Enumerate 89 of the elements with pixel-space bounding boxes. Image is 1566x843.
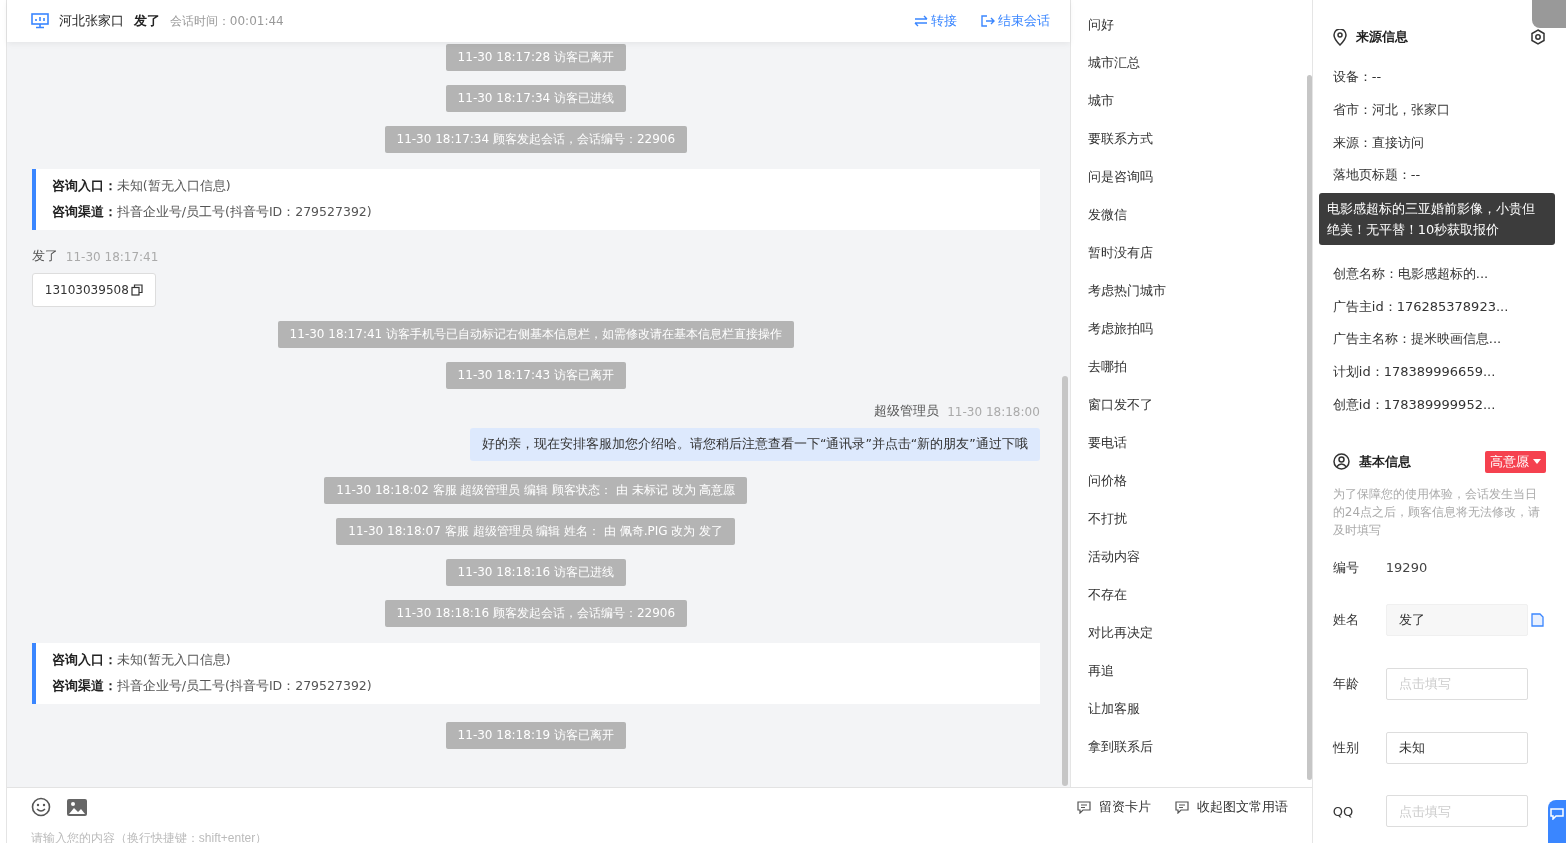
- info-row: 省市：河北，张家口: [1332, 101, 1450, 117]
- field-label: 年龄: [1332, 675, 1360, 693]
- quick-phrase[interactable]: 问好: [1087, 15, 1114, 35]
- quick-phrase[interactable]: 拿到联系后: [1087, 737, 1153, 757]
- copy-icon[interactable]: [130, 284, 143, 296]
- exit-icon[interactable]: [980, 15, 995, 27]
- quick-phrase[interactable]: 城市: [1087, 91, 1114, 111]
- entry-value: 未知(暂无入口信息): [116, 652, 231, 667]
- entry-value: 抖音企业号/员工号(抖音号ID：279527392): [116, 204, 372, 219]
- sender-name: 发了: [31, 248, 58, 265]
- entry-label: 咨询渠道：: [51, 204, 117, 219]
- info-row: 设备：--: [1332, 69, 1382, 84]
- quick-phrase[interactable]: 暂时没有店: [1087, 243, 1153, 263]
- phrase-toggle-link[interactable]: 留资卡片: [1076, 798, 1151, 816]
- quick-phrase[interactable]: 问是咨询吗: [1087, 167, 1153, 187]
- system-notice: 11-30 18:17:43 访客已离开: [445, 362, 626, 389]
- location-text: 河北张家口: [58, 12, 124, 30]
- quick-phrase[interactable]: 再追: [1087, 661, 1114, 681]
- tooltip: 电影感超标的三亚婚前影像，小贵但绝美！无平替！10秒获取报价: [1318, 193, 1555, 246]
- session-time: 会话时间：00:01:44: [169, 12, 284, 30]
- system-notice: 11-30 18:18:16 访客已进线: [445, 559, 626, 586]
- section-title: 来源信息: [1355, 28, 1408, 46]
- quick-phrase[interactable]: 让加客服: [1087, 699, 1140, 719]
- input-field[interactable]: 未知: [1385, 731, 1528, 764]
- field-label: 编号: [1332, 558, 1360, 577]
- quick-phrase[interactable]: 不打扰: [1087, 509, 1127, 529]
- chat-icon[interactable]: [1550, 808, 1564, 820]
- quick-phrase[interactable]: 去哪拍: [1087, 357, 1127, 377]
- info-row: 落地页标题：--: [1332, 167, 1421, 183]
- status-dropdown[interactable]: 高意愿: [1485, 450, 1546, 473]
- system-notice: 11-30 18:17:41 访客手机号已自动标记右侧基本信息栏，如需修改请在基本信息栏直接操作: [277, 321, 794, 348]
- entry-label: 咨询渠道：: [51, 678, 117, 693]
- quick-phrase[interactable]: 要联系方式: [1087, 129, 1153, 149]
- image-icon[interactable]: [66, 798, 87, 816]
- info-row: 创意id：178389999952...: [1332, 396, 1496, 412]
- entry-value: 抖音企业号/员工号(抖音号ID：279527392): [116, 678, 372, 693]
- name-field[interactable]: 发了: [1385, 604, 1528, 637]
- swap-icon[interactable]: [913, 15, 928, 27]
- comment-icon[interactable]: [1076, 800, 1091, 814]
- phone-number: 13103039508: [44, 283, 129, 297]
- message-time: 11-30 18:17:41: [65, 249, 159, 264]
- message-bubble: 好的亲，现在安排客服加您介绍哈。请您稍后注意查看一下“通讯录”并点击“新的朋友”通过下哦: [469, 428, 1040, 461]
- monitor-icon: [30, 13, 49, 29]
- scrollbar[interactable]: [1061, 376, 1068, 786]
- system-notice: 11-30 18:17:34 访客已进线: [445, 85, 626, 112]
- info-row: 计划id：178389996659...: [1332, 364, 1496, 380]
- field-label: QQ: [1332, 803, 1355, 819]
- quick-phrase[interactable]: 城市汇总: [1087, 53, 1140, 73]
- system-notice: 11-30 18:18:02 客服 超级管理员 编辑 顾客状态： 由 未标记 改为 高意愿: [324, 477, 748, 504]
- info-row: 广告主id：176285378923...: [1332, 298, 1509, 314]
- phrase-toggle-link[interactable]: 收起图文常用语: [1174, 798, 1288, 816]
- field-label: 性别: [1332, 738, 1360, 757]
- user-icon: [1332, 453, 1350, 471]
- quick-phrase[interactable]: 考虑热门城市: [1087, 281, 1166, 301]
- system-notice: 11-30 18:18:16 顾客发起会话，会话编号：22906: [384, 600, 688, 627]
- scrollbar[interactable]: [1306, 75, 1312, 780]
- entry-label: 咨询入口：: [51, 178, 117, 193]
- entry-value: 未知(暂无入口信息): [116, 178, 231, 193]
- quick-phrase[interactable]: 要电话: [1087, 433, 1127, 453]
- info-row: 来源：直接访问: [1332, 134, 1424, 150]
- info-row: 广告主名称：提米映画信息...: [1332, 331, 1502, 347]
- quick-phrase[interactable]: 考虑旅拍吗: [1087, 319, 1153, 339]
- quick-phrase[interactable]: 问价格: [1087, 471, 1127, 491]
- field-label: 姓名: [1332, 611, 1360, 630]
- settings-icon[interactable]: [1530, 29, 1546, 45]
- info-row: 创意名称：电影感超标的...: [1332, 265, 1489, 281]
- sender-name: 超级管理员: [874, 403, 940, 420]
- field-value: 19290: [1385, 560, 1428, 576]
- emoji-icon[interactable]: [30, 797, 51, 817]
- visitor-name: 发了: [133, 12, 160, 30]
- quick-phrase[interactable]: 活动内容: [1087, 547, 1140, 567]
- comment-icon[interactable]: [1174, 800, 1189, 814]
- message-time: 11-30 18:18:00: [947, 404, 1040, 419]
- end-session-link[interactable]: 结束会话: [980, 12, 1050, 30]
- system-notice: 11-30 18:17:34 顾客发起会话，会话编号：22906: [384, 126, 688, 153]
- chat-float-button[interactable]: [1548, 800, 1566, 843]
- quick-phrase[interactable]: 不存在: [1087, 585, 1127, 605]
- notice-text: 为了保障您的使用体验，会话发生当日的24点之后，顾客信息将无法修改，请及时填写: [1332, 485, 1542, 539]
- transfer-link[interactable]: 转接: [913, 12, 957, 30]
- system-notice: 11-30 18:17:28 访客已离开: [445, 44, 626, 71]
- quick-phrase[interactable]: 窗口发不了: [1087, 395, 1153, 415]
- location-pin-icon: [1332, 28, 1347, 46]
- system-notice: 11-30 18:18:19 访客已离开: [445, 722, 626, 749]
- system-notice: 11-30 18:18:07 客服 超级管理员 编辑 姓名： 由 佩奇.PIG 改为 发了: [336, 518, 736, 545]
- caret-icon[interactable]: [1533, 459, 1541, 465]
- section-title: 基本信息: [1358, 452, 1411, 471]
- quick-phrase[interactable]: 发微信: [1087, 205, 1127, 225]
- entry-label: 咨询入口：: [51, 652, 117, 667]
- quick-phrase[interactable]: 对比再决定: [1087, 623, 1153, 643]
